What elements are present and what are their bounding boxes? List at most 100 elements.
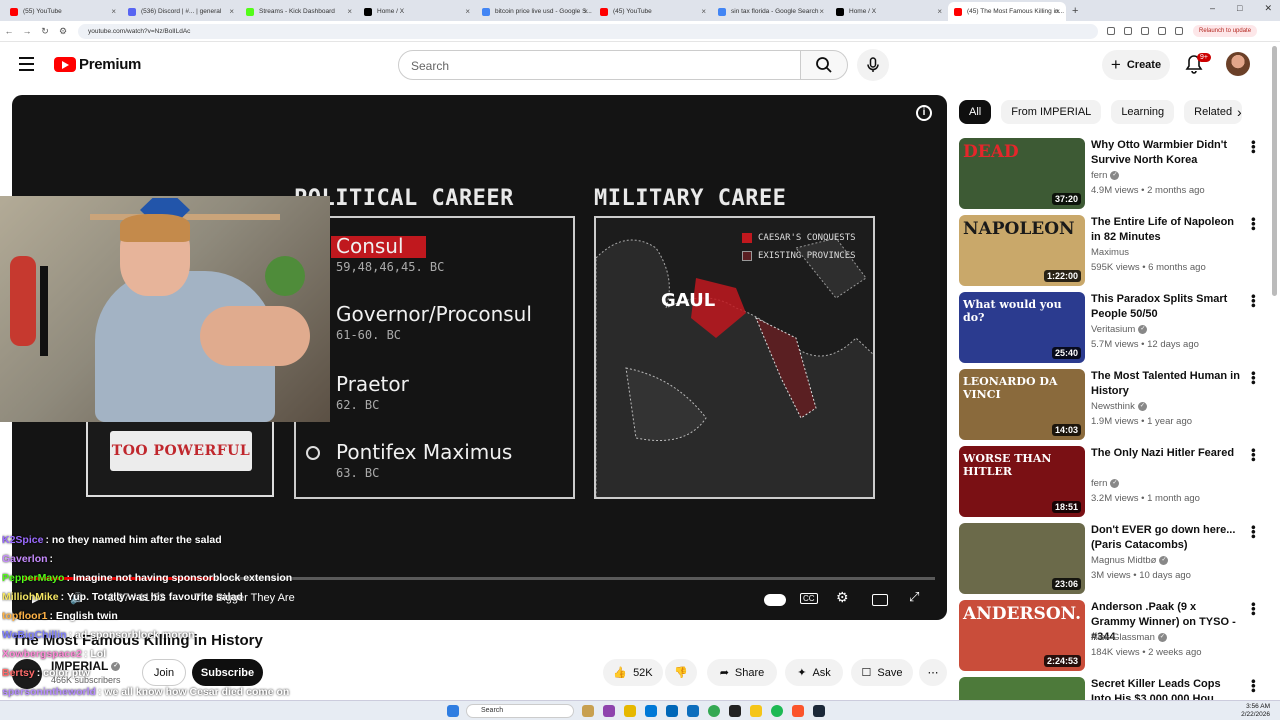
recommended-video[interactable]: WORSE THAN HITLER 18:51 The Only Nazi Hitl… — [959, 446, 1261, 517]
warning-icon[interactable] — [750, 705, 762, 717]
start-icon[interactable] — [447, 705, 459, 717]
close-tab-icon[interactable]: × — [465, 7, 470, 16]
search-button[interactable] — [800, 50, 848, 80]
video-channel[interactable]: Newsthink ✓ — [1091, 401, 1147, 412]
video-thumbnail[interactable]: NAPOLEON 1:22:00 — [959, 215, 1085, 286]
edge-icon[interactable] — [645, 705, 657, 717]
store-icon[interactable] — [666, 705, 678, 717]
browser-tab[interactable]: Home / X × — [358, 2, 476, 21]
video-thumbnail[interactable]: LEONARDO DA VINCI 14:03 — [959, 369, 1085, 440]
video-title[interactable]: The Entire Life of Napoleon in 82 Minute… — [1091, 215, 1241, 245]
save-button[interactable]: ☐ Save — [851, 659, 913, 686]
more-options-icon[interactable]: ••• — [1246, 140, 1261, 154]
url-field[interactable]: youtube.com/watch?v=Nz/BolILdAc — [78, 23, 1098, 39]
more-options-icon[interactable]: ••• — [1246, 679, 1259, 693]
video-channel[interactable]: Veritasium ✓ — [1091, 324, 1148, 335]
share-page-icon[interactable] — [1124, 27, 1132, 35]
close-tab-icon[interactable]: × — [937, 7, 942, 16]
close-tab-icon[interactable]: × — [583, 7, 588, 16]
spotify-icon[interactable] — [771, 705, 783, 717]
copilot-icon[interactable] — [603, 705, 615, 717]
settings-gear-icon[interactable]: ⚙ — [836, 589, 849, 606]
video-title[interactable]: Why Otto Warmbier Didn't Survive North K… — [1091, 138, 1241, 168]
reload-icon[interactable]: ↻ — [36, 26, 54, 37]
video-thumbnail[interactable]: WORSE THAN HITLER 18:51 — [959, 446, 1085, 517]
browser-tab[interactable]: sin tax florida - Google Search × — [712, 2, 830, 21]
bookmark-star-icon[interactable] — [1141, 27, 1149, 35]
video-title[interactable]: The Only Nazi Hitler Feared — [1091, 446, 1241, 461]
video-channel[interactable]: fern ✓ — [1091, 478, 1120, 489]
recommended-video[interactable]: Secret Killer Leads Cops Into His $3,000… — [959, 677, 1259, 700]
video-title[interactable]: The Most Talented Human in History — [1091, 369, 1241, 399]
more-options-icon[interactable]: ••• — [1246, 217, 1261, 231]
filter-chip[interactable]: From IMPERIAL — [1001, 100, 1102, 124]
back-icon[interactable]: ← — [0, 26, 18, 36]
more-options-icon[interactable]: ••• — [1246, 448, 1261, 462]
more-options-icon[interactable]: ••• — [1246, 602, 1261, 616]
zoom-icon[interactable] — [1107, 27, 1115, 35]
ask-button[interactable]: ✦ Ask — [785, 659, 843, 686]
steam-icon[interactable] — [813, 705, 825, 717]
recommended-video[interactable]: NAPOLEON 1:22:00 The Entire Life of Napole… — [959, 215, 1261, 286]
obs-icon[interactable] — [729, 705, 741, 717]
recommended-video[interactable]: 23:06 Don't EVER go down here... (Paris C… — [959, 523, 1261, 594]
more-options-icon[interactable]: ••• — [1246, 294, 1261, 308]
close-tab-icon[interactable]: × — [819, 7, 824, 16]
captions-icon[interactable]: CC — [800, 593, 818, 604]
close-tab-icon[interactable]: × — [347, 7, 352, 16]
more-options-icon[interactable]: ••• — [1246, 371, 1261, 385]
site-info-icon[interactable]: ⚙ — [54, 26, 72, 37]
browser-tab[interactable]: Streams - Kick Dashboard × — [240, 2, 358, 21]
brave-icon[interactable] — [792, 705, 804, 717]
video-thumbnail[interactable]: What would you do? 25:40 — [959, 292, 1085, 363]
recommended-video[interactable]: ANDERSON. 2:24:53 Anderson .Paak (9 x Gram… — [959, 600, 1261, 671]
new-tab-icon[interactable]: + — [1072, 5, 1078, 17]
share-button[interactable]: ➦ Share — [707, 659, 777, 686]
dislike-button[interactable]: 👎 — [665, 659, 697, 686]
more-actions-button[interactable]: ⋯ — [919, 659, 947, 686]
outlook-icon[interactable] — [687, 705, 699, 717]
maximize-icon[interactable]: □ — [1237, 3, 1242, 14]
video-thumbnail[interactable]: DEAD 37:20 — [959, 138, 1085, 209]
video-channel[interactable]: Rick Glassman ✓ — [1091, 632, 1167, 643]
close-tab-icon[interactable]: × — [1055, 7, 1060, 16]
forward-icon[interactable]: → — [18, 26, 36, 36]
info-icon[interactable]: i — [916, 105, 932, 121]
autoplay-toggle[interactable] — [764, 594, 786, 606]
video-channel[interactable]: Maximus — [1091, 247, 1129, 258]
recommended-video[interactable]: What would you do? 25:40 This Paradox Spli… — [959, 292, 1261, 363]
chips-next-arrow-icon[interactable]: › — [1237, 104, 1242, 120]
browser-tab[interactable]: (45) The Most Famous Killing in... × — [948, 2, 1066, 21]
filter-chip[interactable]: Learning — [1111, 100, 1175, 124]
video-title[interactable]: Secret Killer Leads Cops Into His $3,000… — [1091, 677, 1241, 700]
browser-tab[interactable]: Home / X × — [830, 2, 948, 21]
video-thumbnail[interactable] — [959, 677, 1085, 700]
minimize-icon[interactable]: – — [1210, 3, 1215, 14]
widget-icon[interactable] — [582, 705, 594, 717]
close-tab-icon[interactable]: × — [701, 7, 706, 16]
extension-icon[interactable] — [1158, 27, 1166, 35]
browser-tab[interactable]: (536) Discord | #... | general × — [122, 2, 240, 21]
more-options-icon[interactable]: ••• — [1246, 525, 1261, 539]
video-thumbnail[interactable]: ANDERSON. 2:24:53 — [959, 600, 1085, 671]
close-tab-icon[interactable]: × — [111, 7, 116, 16]
file-explorer-icon[interactable] — [624, 705, 636, 717]
recommended-video[interactable]: LEONARDO DA VINCI 14:03 The Most Talented … — [959, 369, 1261, 440]
scrollbar[interactable] — [1272, 46, 1277, 296]
filter-chip[interactable]: All — [959, 100, 992, 124]
browser-tab[interactable]: (55) YouTube × — [4, 2, 122, 21]
relaunch-button[interactable]: Relaunch to update — [1193, 25, 1258, 37]
video-title[interactable]: This Paradox Splits Smart People 50/50 — [1091, 292, 1241, 322]
fullscreen-icon[interactable]: ⤢ — [909, 589, 919, 605]
recommended-video[interactable]: DEAD 37:20 Why Otto Warmbier Didn't Surviv… — [959, 138, 1261, 209]
hamburger-menu-icon[interactable] — [19, 57, 34, 75]
taskbar-search[interactable]: Search — [466, 704, 574, 718]
video-thumbnail[interactable]: 23:06 — [959, 523, 1085, 594]
youtube-premium-logo[interactable]: Premium — [54, 56, 141, 73]
browser-tab[interactable]: bitcoin price live usd - Google S... × — [476, 2, 594, 21]
search-input[interactable]: Search — [398, 50, 801, 80]
close-window-icon[interactable]: ✕ — [1264, 3, 1272, 14]
voice-search-button[interactable] — [857, 49, 889, 81]
filter-chip[interactable]: Related — [1184, 100, 1243, 124]
video-channel[interactable]: Magnus Midtbø ✓ — [1091, 555, 1169, 566]
